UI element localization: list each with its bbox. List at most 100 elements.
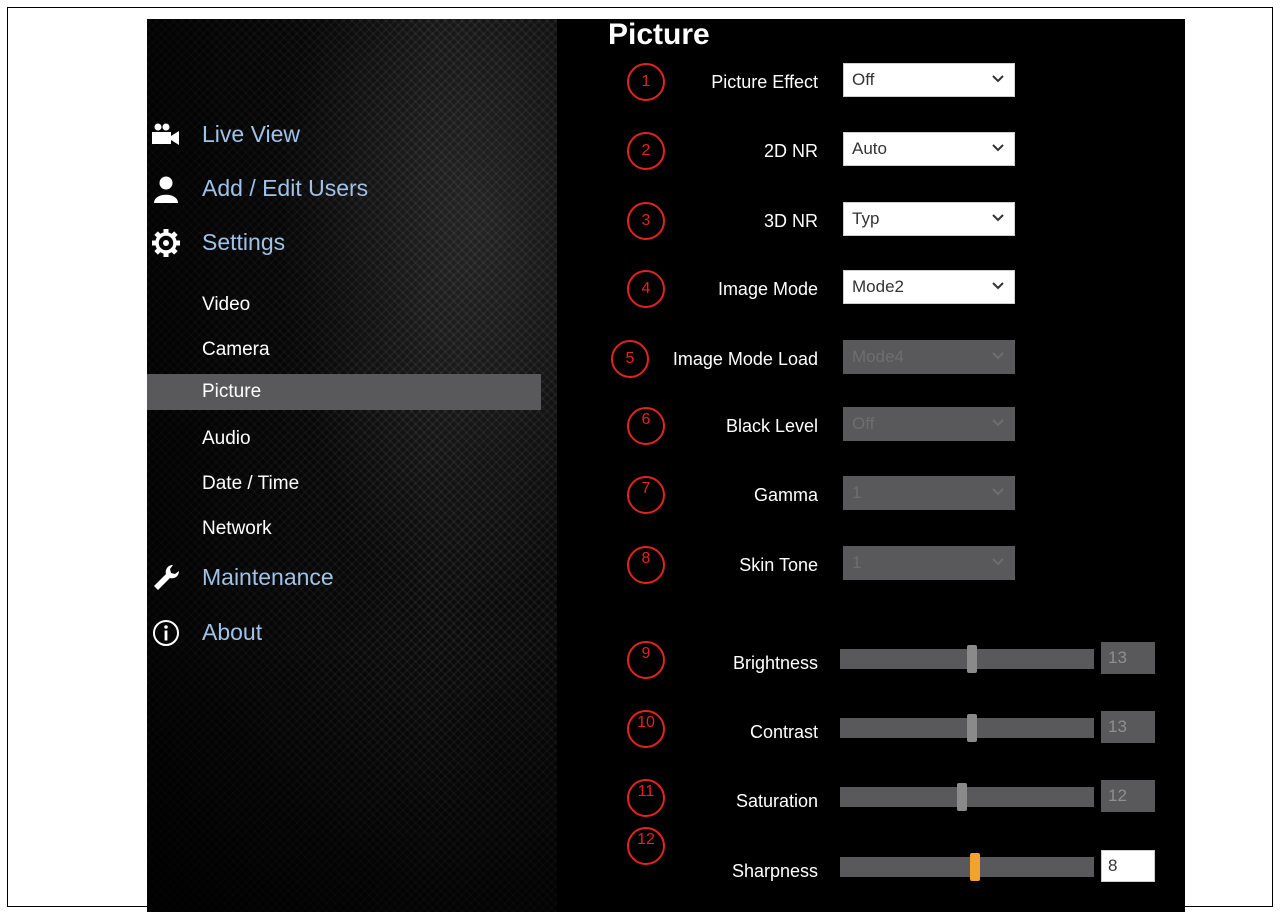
contrast-value: 13: [1108, 717, 1127, 736]
2d-nr-row: 2 2D NR Auto: [610, 132, 1180, 172]
marker-2: 2: [627, 132, 665, 170]
contrast-row: 10 Contrast 13: [610, 710, 1180, 750]
nav-sub-date-time-label: Date / Time: [202, 473, 300, 494]
nav-add-edit-users-label: Add / Edit Users: [202, 175, 369, 201]
chevron-down-icon: [992, 419, 1004, 427]
brightness-slider-thumb[interactable]: [967, 645, 978, 673]
black-level-row: 6 Black Level Off: [610, 407, 1180, 447]
nav-sub-video[interactable]: Video: [147, 287, 541, 323]
chevron-down-icon: [992, 282, 1004, 290]
nav-about-label: About: [202, 619, 263, 645]
saturation-value: 12: [1108, 786, 1127, 805]
saturation-label: Saturation: [735, 791, 818, 811]
image-mode-row: 4 Image Mode Mode2: [610, 270, 1180, 310]
saturation-slider-thumb[interactable]: [956, 783, 967, 811]
marker-6: 6: [627, 407, 665, 445]
video-camera-icon: [152, 123, 179, 145]
marker-3: 3: [627, 202, 665, 240]
marker-8: 8: [627, 546, 665, 584]
nav-live-view-label: Live View: [202, 121, 301, 147]
gamma-row: 7 Gamma 1: [610, 476, 1180, 516]
saturation-slider[interactable]: [840, 783, 1094, 811]
image-mode-value: Mode2: [852, 277, 904, 296]
chevron-down-icon: [992, 352, 1004, 360]
nav-maintenance[interactable]: Maintenance: [147, 561, 547, 597]
image-mode-select[interactable]: Mode2: [843, 270, 1015, 304]
sharpness-value: 8: [1108, 856, 1118, 875]
nav-sub-picture[interactable]: Picture: [147, 374, 541, 410]
nav-sub-audio-label: Audio: [202, 428, 251, 449]
brightness-label: Brightness: [732, 653, 818, 673]
image-mode-load-label: Image Mode Load: [672, 349, 818, 369]
nav-live-view[interactable]: Live View: [147, 118, 547, 154]
3d-nr-label: 3D NR: [763, 211, 818, 231]
skin-tone-label: Skin Tone: [739, 555, 818, 575]
image-mode-load-row: 5 Image Mode Load Mode4: [610, 340, 1180, 380]
nav-sub-network-label: Network: [202, 518, 272, 539]
sharpness-row: 12 Sharpness 8: [610, 827, 1180, 889]
chevron-down-icon: [992, 488, 1004, 496]
nav-sub-network[interactable]: Network: [147, 511, 541, 547]
black-level-select[interactable]: Off: [843, 407, 1015, 441]
nav-sub-camera-label: Camera: [202, 339, 270, 360]
3d-nr-row: 3 3D NR Typ: [610, 202, 1180, 242]
nav-add-edit-users[interactable]: Add / Edit Users: [147, 172, 547, 208]
skin-tone-value: 1: [852, 553, 862, 572]
brightness-row: 9 Brightness 13: [610, 641, 1180, 681]
sharpness-slider-thumb[interactable]: [969, 853, 980, 881]
contrast-slider-thumb[interactable]: [967, 714, 978, 742]
wrench-icon: [154, 564, 180, 590]
2d-nr-label: 2D NR: [763, 141, 818, 161]
brightness-slider[interactable]: [840, 645, 1094, 673]
nav-maintenance-label: Maintenance: [202, 564, 334, 590]
contrast-slider[interactable]: [840, 714, 1094, 742]
picture-effect-value: Off: [852, 70, 875, 89]
3d-nr-select[interactable]: Typ: [843, 202, 1015, 236]
marker-9: 9: [627, 641, 665, 679]
marker-10: 10: [627, 710, 665, 748]
info-icon: [153, 620, 179, 646]
page-title: Picture: [608, 19, 710, 51]
skin-tone-select[interactable]: 1: [843, 546, 1015, 580]
chevron-down-icon: [992, 75, 1004, 83]
marker-11: 11: [627, 779, 665, 817]
nav-sub-audio[interactable]: Audio: [147, 421, 541, 457]
sidebar: Live View Add / Edit Users Settings Vide…: [147, 19, 557, 912]
nav-settings[interactable]: Settings: [147, 226, 547, 262]
black-level-label: Black Level: [725, 416, 818, 436]
brightness-value-box[interactable]: 13: [1101, 642, 1155, 674]
skin-tone-row: 8 Skin Tone 1: [610, 546, 1180, 586]
picture-effect-row: 1 Picture Effect Off: [610, 63, 1180, 103]
nav-settings-label: Settings: [202, 229, 286, 255]
image-mode-load-select[interactable]: Mode4: [843, 340, 1015, 374]
gamma-select[interactable]: 1: [843, 476, 1015, 510]
nav-about[interactable]: About: [147, 616, 547, 652]
chevron-down-icon: [992, 214, 1004, 222]
marker-7: 7: [627, 476, 665, 514]
nav-sub-video-label: Video: [202, 294, 251, 315]
marker-1: 1: [627, 63, 665, 101]
2d-nr-value: Auto: [852, 139, 887, 158]
marker-5: 5: [611, 340, 649, 378]
saturation-row: 11 Saturation 12: [610, 779, 1180, 819]
user-icon: [154, 176, 178, 203]
gear-icon: [152, 229, 180, 257]
image-mode-label: Image Mode: [717, 279, 818, 299]
picture-effect-select[interactable]: Off: [843, 63, 1015, 97]
black-level-value: Off: [852, 414, 875, 433]
camera-web-ui: Live View Add / Edit Users Settings Vide…: [147, 19, 1185, 912]
chevron-down-icon: [992, 144, 1004, 152]
nav-sub-camera[interactable]: Camera: [147, 332, 541, 368]
sharpness-label: Sharpness: [731, 861, 818, 881]
sharpness-value-input[interactable]: 8: [1101, 850, 1155, 882]
contrast-value-box[interactable]: 13: [1101, 711, 1155, 743]
marker-12: 12: [627, 827, 665, 865]
gamma-label: Gamma: [753, 485, 818, 505]
nav-sub-date-time[interactable]: Date / Time: [147, 466, 541, 502]
gamma-value: 1: [852, 483, 862, 502]
saturation-value-box[interactable]: 12: [1101, 780, 1155, 812]
image-mode-load-value: Mode4: [852, 347, 904, 366]
2d-nr-select[interactable]: Auto: [843, 132, 1015, 166]
nav-sub-picture-label: Picture: [202, 381, 262, 402]
sharpness-slider[interactable]: [840, 853, 1094, 881]
